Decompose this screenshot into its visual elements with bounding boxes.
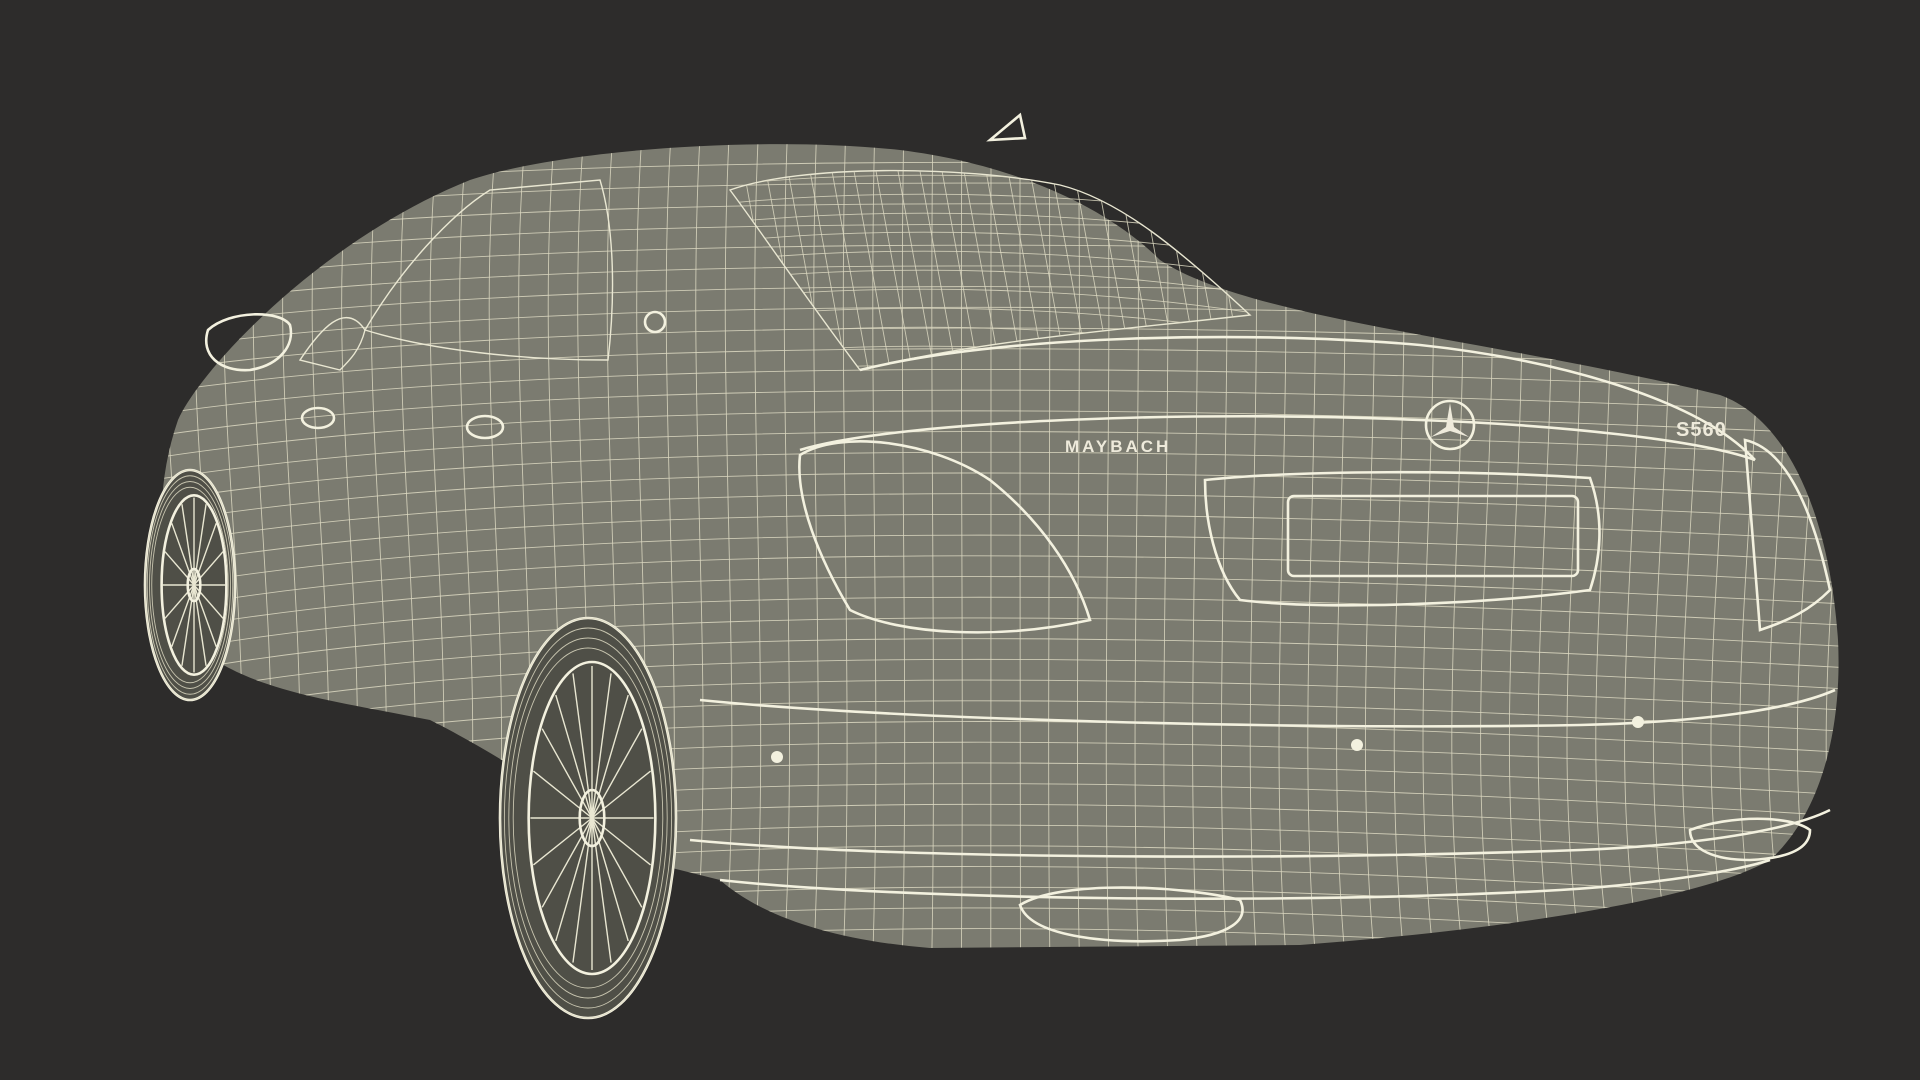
render-viewport: MAYBACH S560 [0,0,1920,1080]
wire-line [1825,144,1839,949]
front-wheel [143,468,237,702]
parking-sensor [1351,739,1363,751]
car-wireframe-render: MAYBACH S560 [143,112,1882,1020]
parking-sensor [771,751,783,763]
parking-sensor [1632,716,1644,728]
wire-line [1855,120,1882,980]
maybach-badge: MAYBACH [1065,437,1171,456]
rear-wheel [498,616,678,1020]
wire-line [161,144,1839,156]
car-body-silhouette [161,144,1839,949]
roof-antenna [986,112,1027,142]
wire-line [1019,144,1021,949]
model-badge: S560 [1676,419,1727,441]
